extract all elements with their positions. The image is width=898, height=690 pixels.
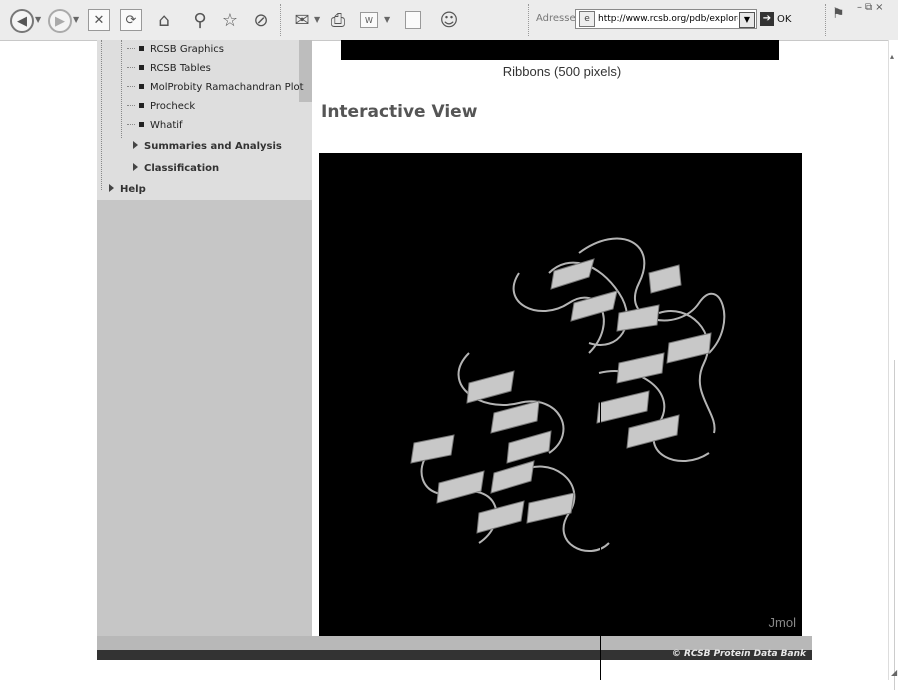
scrollbar-track[interactable]: [894, 360, 898, 690]
section-heading: Interactive View: [321, 102, 478, 122]
forward-arrow-icon[interactable]: ▶: [48, 9, 72, 33]
go-arrow-icon: ➔: [760, 12, 774, 26]
sidebar-item-whatif[interactable]: Whatif: [127, 120, 183, 131]
sidebar-item-rcsb-graphics[interactable]: RCSB Graphics: [127, 44, 224, 55]
back-arrow-icon[interactable]: ◀: [10, 9, 34, 33]
go-button[interactable]: ➔ OK: [760, 10, 802, 28]
ribbons-image-bottom: [341, 40, 779, 60]
favorites-star-icon[interactable]: ☆: [218, 8, 242, 32]
address-label: Adresse: [536, 13, 576, 24]
expand-arrow-icon: [133, 163, 138, 171]
history-icon[interactable]: ⊘: [249, 8, 273, 32]
tree-dash: [127, 105, 135, 106]
mail-dropdown-icon[interactable]: ▼: [314, 15, 320, 24]
page-icon: e: [579, 11, 595, 27]
forward-dropdown-icon[interactable]: ▼: [73, 15, 79, 24]
sidebar-item-label: RCSB Graphics: [150, 44, 224, 55]
tree-dash: [127, 124, 135, 125]
stop-icon[interactable]: ✕: [88, 9, 110, 31]
window-controls[interactable]: –⧉×: [857, 2, 887, 13]
bullet-icon: [139, 46, 144, 51]
text-cursor-line: [600, 400, 601, 680]
sidebar: RCSB Graphics RCSB Tables MolProbity Ram…: [97, 40, 312, 636]
print-icon[interactable]: ⎙: [326, 8, 350, 32]
edit-dropdown-icon[interactable]: ▼: [384, 15, 390, 24]
messenger-icon[interactable]: ☺: [437, 8, 461, 32]
toolbar-separator: [280, 4, 282, 36]
expand-arrow-icon: [133, 141, 138, 149]
sidebar-item-label: Whatif: [150, 120, 183, 131]
tree-connector: [101, 40, 102, 190]
sidebar-group-summaries[interactable]: Summaries and Analysis: [133, 141, 282, 152]
jmol-label: Jmol: [768, 615, 796, 630]
chevron-down-icon[interactable]: ▼: [739, 12, 755, 28]
toolbar-separator: [825, 4, 827, 36]
resize-grip-icon[interactable]: ◢: [891, 668, 897, 677]
bullet-icon: [139, 122, 144, 127]
footer: © RCSB Protein Data Bank: [97, 649, 812, 660]
copyright-text: © RCSB Protein Data Bank: [671, 649, 806, 659]
sidebar-item-procheck[interactable]: Procheck: [127, 101, 195, 112]
jmol-viewer[interactable]: Jmol: [319, 153, 802, 636]
bullet-icon: [139, 103, 144, 108]
discuss-icon[interactable]: [405, 11, 421, 29]
expand-arrow-icon: [109, 184, 114, 192]
address-url[interactable]: http://www.rcsb.org/pdb/explore/imag: [598, 14, 738, 24]
tree-dash: [127, 48, 135, 49]
edit-icon[interactable]: W: [360, 12, 378, 28]
sidebar-group-label: Help: [120, 184, 146, 195]
tree-panel: RCSB Graphics RCSB Tables MolProbity Ram…: [97, 40, 312, 200]
sidebar-group-help[interactable]: Help: [109, 184, 146, 195]
sidebar-item-label: RCSB Tables: [150, 63, 211, 74]
sidebar-item-label: Procheck: [150, 101, 196, 112]
sidebar-group-label: Classification: [144, 163, 220, 174]
address-bar[interactable]: e http://www.rcsb.org/pdb/explore/imag ▼: [575, 9, 757, 29]
sidebar-item-label: MolProbity Ramachandran Plot: [150, 82, 304, 93]
sidebar-group-classification[interactable]: Classification: [133, 163, 219, 174]
footer-band: [97, 636, 812, 650]
image-caption: Ribbons (500 pixels): [502, 64, 622, 79]
protein-ribbon-image: [410, 237, 726, 553]
back-dropdown-icon[interactable]: ▼: [35, 15, 41, 24]
mail-icon[interactable]: ✉: [290, 8, 314, 32]
scroll-up-marker[interactable]: ▴: [890, 52, 894, 61]
tree-dash: [127, 67, 135, 68]
toolbar-separator: [528, 4, 530, 36]
sidebar-item-molprobity[interactable]: MolProbity Ramachandran Plot: [127, 82, 304, 93]
tree-connector: [121, 40, 122, 138]
refresh-icon[interactable]: ⟳: [120, 9, 142, 31]
sidebar-group-label: Summaries and Analysis: [144, 141, 282, 152]
tree-dash: [127, 86, 135, 87]
search-icon[interactable]: ⚲: [188, 8, 212, 32]
windows-logo-icon: ⚑: [832, 6, 845, 22]
go-label: OK: [777, 13, 792, 25]
bullet-icon: [139, 84, 144, 89]
home-icon[interactable]: ⌂: [152, 8, 176, 32]
sidebar-item-rcsb-tables[interactable]: RCSB Tables: [127, 63, 211, 74]
browser-toolbar: ◀ ▼ ▶ ▼ ✕ ⟳ ⌂ ⚲ ☆ ⊘ ✉ ▼ ⎙ W ▼ ☺ Adresse …: [0, 0, 898, 41]
bullet-icon: [139, 65, 144, 70]
